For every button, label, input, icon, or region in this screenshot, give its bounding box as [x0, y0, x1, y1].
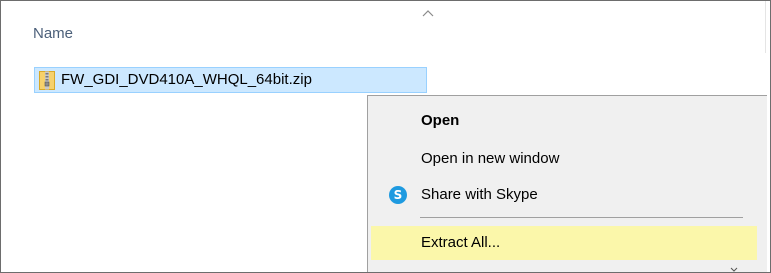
menu-item-label: Extract All... — [421, 234, 501, 251]
context-menu: Open Open in new window S Share with Sky… — [367, 95, 767, 272]
sort-ascending-icon[interactable] — [422, 9, 434, 17]
file-name[interactable]: FW_GDI_DVD410A_WHQL_64bit.zip — [61, 71, 312, 88]
column-header-bar: Name — [1, 1, 770, 53]
menu-item-open-new-window[interactable]: Open in new window — [371, 142, 757, 176]
menu-item-open[interactable]: Open — [371, 104, 757, 138]
menu-item-label: Share with Skype — [421, 186, 538, 203]
file-row[interactable]: FW_GDI_DVD410A_WHQL_64bit.zip — [34, 67, 427, 93]
menu-item-share-skype[interactable]: S Share with Skype — [371, 178, 757, 212]
menu-separator — [420, 217, 743, 218]
menu-item-label: Open — [421, 112, 460, 129]
zip-folder-icon — [39, 71, 55, 90]
column-header-name[interactable]: Name — [33, 25, 73, 42]
menu-item-extract-all[interactable]: Extract All... — [371, 226, 757, 260]
file-explorer-pane: Name FW_GDI_DVD410A_WHQL_64bit.zip Open … — [0, 0, 771, 273]
menu-item-label: Open in new window — [421, 150, 560, 167]
column-divider[interactable] — [765, 1, 766, 53]
submenu-arrow-icon — [730, 267, 738, 272]
skype-icon: S — [389, 186, 407, 204]
